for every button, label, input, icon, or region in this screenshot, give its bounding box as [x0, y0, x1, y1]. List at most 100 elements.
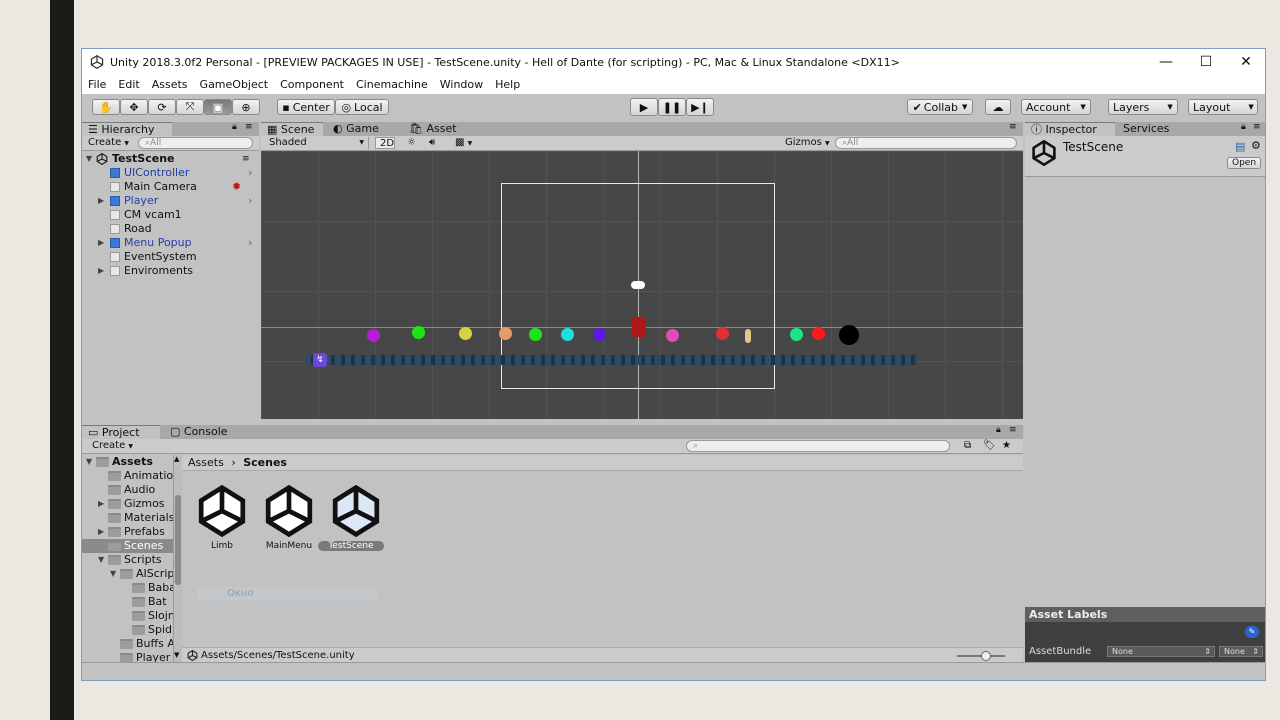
lock-icon[interactable]: 🔒︎: [232, 122, 237, 132]
open-button[interactable]: Open: [1227, 157, 1262, 169]
tab-hierarchy[interactable]: ☰ Hierarchy: [82, 122, 172, 136]
breadcrumb-scenes[interactable]: Scenes: [243, 456, 287, 469]
lock-icon[interactable]: 🔒︎: [996, 425, 1001, 435]
collab-dropdown[interactable]: ✔ Collab ▼: [907, 99, 973, 115]
scene-object-circle[interactable]: [499, 327, 512, 340]
scene-object-circle[interactable]: [716, 327, 729, 340]
breadcrumb-assets[interactable]: Assets: [188, 456, 224, 469]
project-tree-item[interactable]: ▼ Scripts: [82, 553, 174, 567]
pivot-local-button[interactable]: ◎ Local: [335, 99, 389, 115]
tab-inspector[interactable]: ⓘ Inspector: [1025, 122, 1115, 136]
panel-menu-icon[interactable]: ≡: [245, 122, 253, 132]
project-tree-item[interactable]: Materials: [82, 511, 174, 525]
project-tree-item[interactable]: Animation: [82, 469, 174, 483]
tab-console[interactable]: ▢ Console: [164, 425, 234, 439]
menu-edit[interactable]: Edit: [112, 78, 145, 91]
variant-dropdown[interactable]: None ⇕: [1219, 646, 1263, 657]
scene-object-circle[interactable]: [459, 327, 472, 340]
scene-search-input[interactable]: ⌕All: [835, 137, 1017, 149]
project-tree-item[interactable]: ▼ Assets: [82, 455, 174, 469]
audio-toggle[interactable]: 🔊︎: [425, 137, 439, 149]
assetbundle-dropdown[interactable]: None ⇕: [1107, 646, 1215, 657]
move-tool-button[interactable]: ✥: [120, 99, 148, 115]
scene-root-row[interactable]: ▼ TestScene ≡: [82, 152, 259, 166]
tab-game[interactable]: ◐ Game: [327, 122, 397, 136]
tab-scene[interactable]: ▦ Scene: [261, 122, 323, 136]
menu-help[interactable]: Help: [489, 78, 526, 91]
toggle-2d-button[interactable]: 2D: [375, 137, 395, 149]
asset-label[interactable]: TestScene: [318, 541, 384, 551]
project-tree-item[interactable]: Baba: [82, 581, 174, 595]
zoom-slider[interactable]: [957, 651, 1005, 661]
prefab-chevron-icon[interactable]: ›: [248, 194, 252, 208]
expand-arrow-icon[interactable]: ▶: [98, 497, 104, 511]
project-tree-item[interactable]: ▶ Gizmos: [82, 497, 174, 511]
tree-scrollbar[interactable]: ▲ ▼: [173, 455, 182, 662]
project-tree-item[interactable]: Player: [82, 651, 174, 662]
zoom-slider-thumb[interactable]: [981, 651, 991, 661]
expand-arrow-icon[interactable]: ▶: [98, 194, 104, 208]
scene-object-circle[interactable]: [367, 329, 380, 342]
scene-object-circle[interactable]: [593, 328, 606, 341]
hierarchy-create-button[interactable]: Create ▼: [84, 137, 133, 149]
effects-dropdown[interactable]: ▩ ▼: [451, 137, 476, 149]
expand-arrow-icon[interactable]: ▼: [86, 152, 92, 166]
cloud-button[interactable]: ☁: [985, 99, 1011, 115]
hierarchy-item[interactable]: ▶ Menu Popup ›: [82, 236, 259, 250]
panel-menu-icon[interactable]: ≡: [1009, 425, 1017, 435]
project-tree-item[interactable]: Spid: [82, 623, 174, 637]
panel-menu-icon[interactable]: ≡: [1253, 122, 1261, 132]
expand-arrow-icon[interactable]: ▼: [86, 455, 92, 469]
scene-object-circle[interactable]: [412, 326, 425, 339]
scale-tool-button[interactable]: ⤧: [176, 99, 204, 115]
filter-label-icon[interactable]: 🏷︎: [983, 440, 996, 451]
expand-arrow-icon[interactable]: ▶: [98, 264, 104, 278]
project-tree-item[interactable]: Slojn: [82, 609, 174, 623]
unity-scene-asset-icon[interactable]: [263, 485, 315, 537]
scroll-up-icon[interactable]: ▲: [174, 455, 179, 463]
transform-tool-button[interactable]: ⊕: [232, 99, 260, 115]
scroll-thumb[interactable]: [175, 495, 181, 585]
lock-icon[interactable]: 🔒︎: [1241, 122, 1246, 132]
hierarchy-search-input[interactable]: ⌕All: [138, 137, 253, 149]
menu-component[interactable]: Component: [274, 78, 350, 91]
hierarchy-item[interactable]: Road: [82, 222, 259, 236]
scene-object-circle[interactable]: [561, 328, 574, 341]
hand-tool-button[interactable]: ✋: [92, 99, 120, 115]
shading-mode-dropdown[interactable]: Shaded ▼: [265, 137, 369, 149]
layers-dropdown[interactable]: Layers ▼: [1108, 99, 1178, 115]
project-tree-item[interactable]: Audio: [82, 483, 174, 497]
close-button[interactable]: ✕: [1226, 49, 1265, 75]
hierarchy-item[interactable]: ▶ Player ›: [82, 194, 259, 208]
tab-project[interactable]: ▭ Project: [82, 425, 160, 439]
scene-menu-icon[interactable]: ≡: [242, 152, 250, 166]
hierarchy-item[interactable]: EventSystem: [82, 250, 259, 264]
project-search-input[interactable]: ⌕: [686, 440, 950, 452]
scene-object-circle[interactable]: [812, 327, 825, 340]
menu-assets[interactable]: Assets: [146, 78, 194, 91]
tab-services[interactable]: Services: [1117, 122, 1187, 136]
tab-asset-store[interactable]: 🛍︎ Asset Store: [403, 122, 493, 149]
gizmos-dropdown[interactable]: Gizmos ▼: [781, 137, 834, 149]
menu-gameobject[interactable]: GameObject: [194, 78, 275, 91]
asset-label[interactable]: MainMenu: [253, 541, 325, 551]
scene-object-circle[interactable]: [666, 329, 679, 342]
lighting-toggle[interactable]: ☼: [403, 137, 420, 149]
scene-object-circle[interactable]: [529, 328, 542, 341]
play-button[interactable]: ▶: [630, 98, 658, 116]
tag-icon[interactable]: ✎: [1245, 626, 1259, 638]
gear-icon[interactable]: ⚙: [1251, 139, 1261, 152]
account-dropdown[interactable]: Account ▼: [1021, 99, 1091, 115]
expand-arrow-icon[interactable]: ▼: [110, 567, 116, 581]
project-create-button[interactable]: Create ▼: [88, 440, 137, 452]
expand-arrow-icon[interactable]: ▶: [98, 525, 104, 539]
project-tree-item[interactable]: Scenes: [82, 539, 174, 553]
menu-window[interactable]: Window: [434, 78, 489, 91]
favorite-star-icon[interactable]: ★: [1002, 440, 1011, 451]
hierarchy-item[interactable]: ▶ Enviroments: [82, 264, 259, 278]
menu-cinemachine[interactable]: Cinemachine: [350, 78, 434, 91]
prefab-chevron-icon[interactable]: ›: [248, 166, 252, 180]
maximize-button[interactable]: ☐: [1186, 49, 1226, 75]
unity-scene-asset-icon[interactable]: [330, 485, 382, 537]
scene-object-circle[interactable]: [790, 328, 803, 341]
